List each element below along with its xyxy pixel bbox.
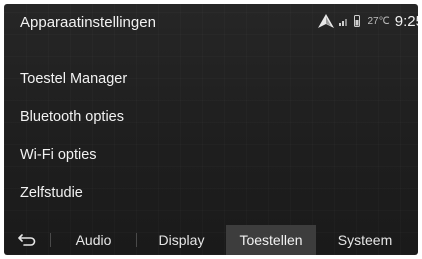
outside-temperature: 27℃	[367, 15, 390, 27]
header-bar: Apparaatinstellingen 27℃ 9:2	[4, 4, 418, 42]
page-title: Apparaatinstellingen	[20, 14, 156, 31]
status-bar: 27℃ 9:25	[318, 11, 418, 31]
back-arrow-icon	[18, 234, 36, 246]
navigation-arrow-icon	[318, 14, 335, 28]
tab-display[interactable]: Display	[137, 225, 226, 255]
bottom-tab-bar: Audio Display Toestellen Systeem	[4, 225, 418, 255]
menu-item-toestel-manager[interactable]: Toestel Manager	[4, 60, 418, 98]
clock-time: 9:25	[394, 12, 418, 30]
menu-item-bluetooth-opties[interactable]: Bluetooth opties	[4, 98, 418, 136]
back-button[interactable]	[4, 225, 50, 255]
phone-battery-icon	[354, 15, 361, 27]
tab-toestellen[interactable]: Toestellen	[226, 225, 316, 255]
signal-strength-icon	[339, 16, 349, 26]
menu-item-wifi-opties[interactable]: Wi-Fi opties	[4, 136, 418, 174]
tab-systeem[interactable]: Systeem	[316, 225, 414, 255]
display-screen: Apparaatinstellingen 27℃ 9:2 Toestel Man…	[4, 4, 418, 255]
menu-item-zelfstudie[interactable]: Zelfstudie	[4, 174, 418, 212]
tab-audio[interactable]: Audio	[51, 225, 136, 255]
screen-frame: Apparaatinstellingen 27℃ 9:2 Toestel Man…	[0, 0, 422, 259]
settings-menu: Toestel Manager Bluetooth opties Wi-Fi o…	[4, 60, 418, 212]
